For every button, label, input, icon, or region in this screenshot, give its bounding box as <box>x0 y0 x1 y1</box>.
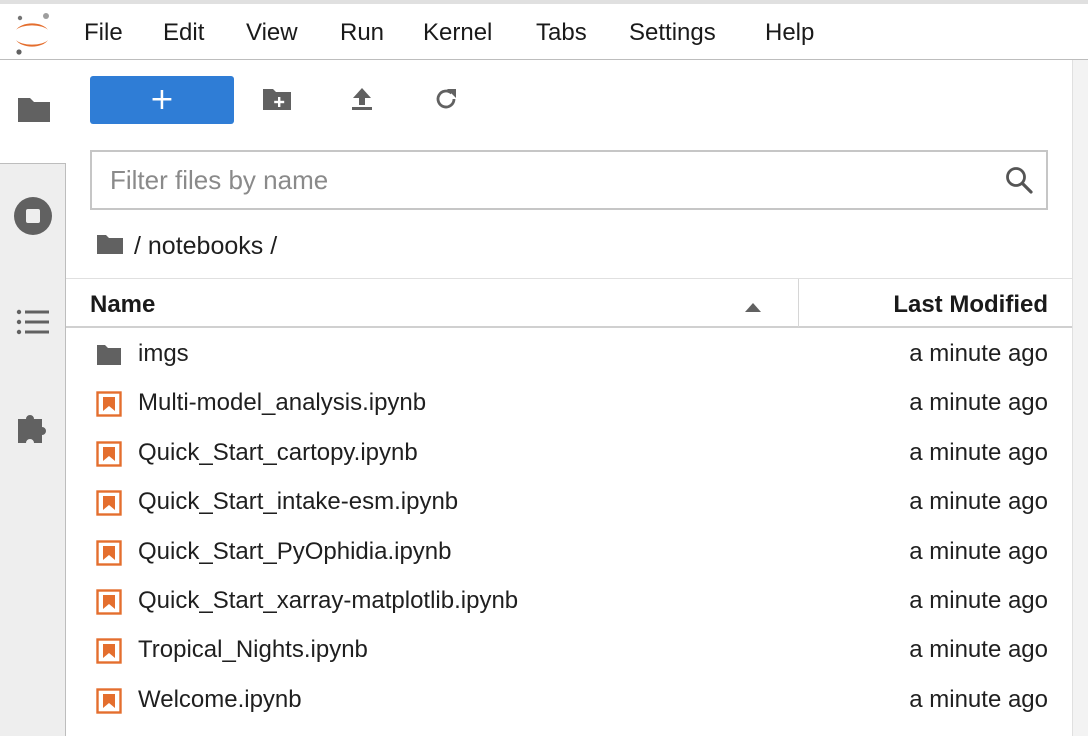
file-modified: a minute ago <box>909 389 1048 417</box>
menubar: File Edit View Run Kernel Tabs Settings … <box>0 4 1088 60</box>
breadcrumb-path[interactable]: / notebooks / <box>134 232 277 261</box>
menu-settings[interactable]: Settings <box>629 18 716 48</box>
sidebar-tab-extensions[interactable] <box>0 378 66 482</box>
folder-icon <box>96 342 122 368</box>
list-item[interactable]: Quick_Start_intake-esm.ipynb a minute ag… <box>66 478 1072 527</box>
refresh-button[interactable] <box>429 86 463 116</box>
menu-help[interactable]: Help <box>765 18 814 48</box>
file-name: Quick_Start_xarray-matplotlib.ipynb <box>138 586 519 614</box>
filter-box <box>90 150 1048 210</box>
left-sidebar <box>0 60 67 736</box>
list-item[interactable]: Quick_Start_PyOphidia.ipynb a minute ago <box>66 528 1072 577</box>
upload-icon <box>350 86 374 117</box>
new-launcher-button[interactable]: + <box>90 76 234 124</box>
refresh-icon <box>433 86 459 117</box>
menu-file[interactable]: File <box>84 18 123 48</box>
notebook-icon <box>96 490 122 516</box>
notebook-icon <box>96 441 122 467</box>
home-folder-icon[interactable] <box>96 233 124 260</box>
sidebar-tab-file-browser[interactable] <box>0 60 67 164</box>
jupyterlab-window: File Edit View Run Kernel Tabs Settings … <box>0 0 1088 736</box>
file-name: imgs <box>138 340 189 367</box>
notebook-icon <box>96 688 122 714</box>
puzzle-icon <box>14 409 52 452</box>
sidebar-tab-toc[interactable] <box>0 272 66 376</box>
list-item[interactable]: Quick_Start_cartopy.ipynb a minute ago <box>66 429 1072 478</box>
stop-circle-icon <box>13 196 53 241</box>
notebook-icon <box>96 638 122 665</box>
file-list-header: Name Last Modified <box>66 278 1072 328</box>
folder-icon <box>16 94 52 129</box>
file-modified: a minute ago <box>909 636 1048 664</box>
list-item[interactable]: imgs a minute ago <box>66 330 1072 379</box>
file-list: imgs a minute ago Multi-model_analysis.i… <box>66 330 1072 725</box>
notebook-icon <box>96 589 122 615</box>
list-item[interactable]: Tropical_Nights.ipynb a minute ago <box>66 626 1072 675</box>
file-modified: a minute ago <box>909 488 1048 516</box>
new-folder-button[interactable] <box>260 86 294 116</box>
new-folder-icon <box>262 87 292 116</box>
menu-edit[interactable]: Edit <box>163 18 204 48</box>
sidebar-tab-running[interactable] <box>0 166 66 270</box>
jupyter-logo-icon[interactable] <box>8 10 56 56</box>
plus-icon: + <box>149 82 175 117</box>
column-divider[interactable] <box>798 279 799 327</box>
file-name: Welcome.ipynb <box>138 685 302 713</box>
menu-tabs[interactable]: Tabs <box>536 18 587 48</box>
menu-run[interactable]: Run <box>340 18 384 48</box>
list-item[interactable]: Quick_Start_xarray-matplotlib.ipynb a mi… <box>66 577 1072 626</box>
breadcrumb: / notebooks / <box>96 228 277 264</box>
column-header-last-modified[interactable]: Last Modified <box>893 291 1048 319</box>
file-modified: a minute ago <box>909 438 1048 466</box>
list-icon <box>15 307 51 342</box>
file-name: Quick_Start_PyOphidia.ipynb <box>138 537 452 565</box>
panel-scrollbar[interactable] <box>1072 60 1088 736</box>
file-name: Quick_Start_intake-esm.ipynb <box>138 488 459 516</box>
upload-button[interactable] <box>345 86 379 116</box>
file-modified: a minute ago <box>909 537 1048 565</box>
file-name: Tropical_Nights.ipynb <box>138 636 368 664</box>
notebook-icon <box>96 391 122 418</box>
file-modified: a minute ago <box>909 340 1048 367</box>
notebook-icon <box>96 539 122 566</box>
file-modified: a minute ago <box>909 685 1048 713</box>
sort-ascending-icon[interactable] <box>744 299 762 317</box>
file-modified: a minute ago <box>909 586 1048 614</box>
file-browser-panel: + / notebooks / <box>66 60 1072 736</box>
menu-kernel[interactable]: Kernel <box>423 18 492 48</box>
file-name: Quick_Start_cartopy.ipynb <box>138 438 418 466</box>
file-name: Multi-model_analysis.ipynb <box>138 389 427 417</box>
column-header-name[interactable]: Name <box>90 291 155 319</box>
menu-view[interactable]: View <box>246 18 298 48</box>
filter-input[interactable] <box>92 152 992 208</box>
search-icon[interactable] <box>1004 165 1034 200</box>
list-item[interactable]: Multi-model_analysis.ipynb a minute ago <box>66 379 1072 428</box>
list-item[interactable]: Welcome.ipynb a minute ago <box>66 676 1072 725</box>
